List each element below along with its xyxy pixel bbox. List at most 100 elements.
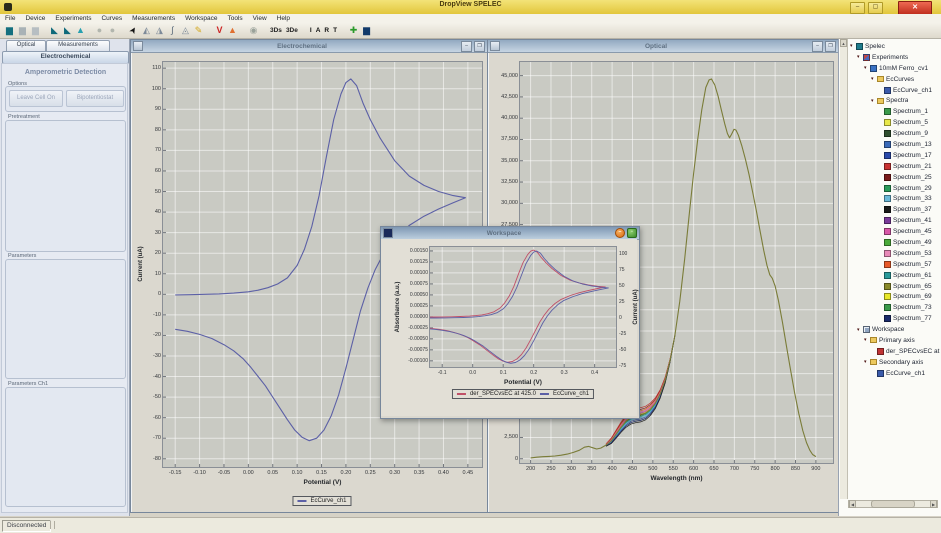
view-3ds-button[interactable]: 3Ds <box>268 24 284 37</box>
tree-item-spectra[interactable]: ▾Spectra <box>848 95 940 106</box>
menu-experiments[interactable]: Experiments <box>50 14 96 23</box>
square-icon <box>884 108 891 115</box>
experiment-tree-panel: ▲ ▾Spelec▾Experiments▾10mM Ferro_cv1▾EcC… <box>838 39 941 516</box>
save-experiment-icon[interactable]: ◣ <box>61 24 74 37</box>
scroll-right-icon[interactable]: ▶ <box>930 500 937 508</box>
leave-cell-on-button[interactable]: Leave Cell On <box>9 90 63 107</box>
window-close-icon[interactable]: ▫ <box>627 228 637 238</box>
text-button[interactable]: T <box>331 24 339 37</box>
tree-item-workspace[interactable]: ▾Workspace <box>848 324 940 335</box>
tree-item-spectrum-29[interactable]: Spectrum_29 <box>848 183 940 194</box>
window-icon[interactable] <box>383 228 393 238</box>
tree-item-spectrum-57[interactable]: Spectrum_57 <box>848 259 940 270</box>
tree-item-spelec[interactable]: ▾Spelec <box>848 41 940 52</box>
menu-view[interactable]: View <box>248 14 272 23</box>
window-maximize-icon[interactable]: ❐ <box>825 41 836 52</box>
tree-item-spectrum-53[interactable]: Spectrum_53 <box>848 248 940 259</box>
y-tick-label: 90 <box>135 106 161 112</box>
device-icon[interactable]: ▆ <box>16 24 29 37</box>
tree-item-spectrum-37[interactable]: Spectrum_37 <box>848 204 940 215</box>
window-icon[interactable] <box>490 41 500 51</box>
zoom-tool-icon[interactable]: ◭ <box>140 24 153 37</box>
pen-tool-icon[interactable]: ✎ <box>192 24 205 37</box>
ws-plot-area[interactable] <box>430 247 616 367</box>
add-workspace-icon[interactable]: ✚ <box>347 24 360 37</box>
tree-item-eccurves[interactable]: ▾EcCurves <box>848 74 940 85</box>
tree-item-spectrum-49[interactable]: Spectrum_49 <box>848 237 940 248</box>
menu-workspace[interactable]: Workspace <box>180 14 222 23</box>
tree-item-spectrum-17[interactable]: Spectrum_17 <box>848 150 940 161</box>
close-button[interactable]: ✕ <box>898 1 932 15</box>
tree-item-spectrum-33[interactable]: Spectrum_33 <box>848 193 940 204</box>
menu-device[interactable]: Device <box>20 14 50 23</box>
tree-item-spectrum-21[interactable]: Spectrum_21 <box>848 161 940 172</box>
computer-icon <box>856 43 863 50</box>
menu-tools[interactable]: Tools <box>222 14 247 23</box>
experiment-tree: ▾Spelec▾Experiments▾10mM Ferro_cv1▾EcCur… <box>848 41 940 496</box>
window-minimize-icon[interactable]: – <box>615 228 625 238</box>
view-3de-button[interactable]: 3De <box>284 24 300 37</box>
tree-item-spectrum-61[interactable]: Spectrum_61 <box>848 270 940 281</box>
menu-file[interactable]: File <box>0 14 20 23</box>
tree-item-spectrum-41[interactable]: Spectrum_41 <box>848 215 940 226</box>
auto-scale-button[interactable]: A <box>314 24 323 37</box>
area-tool-icon[interactable]: ▲ <box>226 24 239 37</box>
workspace-panel-icon[interactable]: ▆ <box>360 24 373 37</box>
window-icon[interactable] <box>133 41 143 51</box>
tree-item-spectrum-45[interactable]: Spectrum_45 <box>848 226 940 237</box>
tree-item-spectrum-13[interactable]: Spectrum_13 <box>848 139 940 150</box>
peaks-tool-icon[interactable]: V <box>213 24 226 37</box>
scroll-left-icon[interactable]: ◀ <box>849 500 856 508</box>
tree-item-label: Spectrum_77 <box>893 315 932 322</box>
tree-vertical-scrollbar[interactable]: ▲ <box>840 39 848 499</box>
bipotentiostat-button[interactable]: Bipotentiostat <box>66 90 124 107</box>
tree-item-der-specvsec-at-425-0[interactable]: der_SPECvsEC at 425.0 <box>848 346 940 357</box>
scroll-up-icon[interactable]: ▲ <box>840 39 847 47</box>
spelec-device-icon[interactable]: ▆ <box>3 24 16 37</box>
tree-item-primary-axis[interactable]: ▾Primary axis <box>848 335 940 346</box>
save-icon[interactable]: ▆ <box>29 24 42 37</box>
select-curve-tool-icon[interactable]: ◬ <box>179 24 192 37</box>
tree-item-10mm-ferro-cv1[interactable]: ▾10mM Ferro_cv1 <box>848 63 940 74</box>
app-title: DropView SPELEC <box>0 1 941 8</box>
x-tick-label: -0.1 <box>433 370 451 376</box>
menu-help[interactable]: Help <box>272 14 295 23</box>
tree-item-spectrum-65[interactable]: Spectrum_65 <box>848 281 940 292</box>
maximize-button[interactable]: ▢ <box>868 2 883 14</box>
minimize-button[interactable]: – <box>850 2 865 14</box>
window-minimize-icon[interactable]: – <box>812 41 823 52</box>
tree-item-label: Spectrum_45 <box>893 228 932 235</box>
scrollbar-thumb[interactable] <box>871 500 915 508</box>
run-measurement-icon[interactable]: ▲ <box>74 24 87 37</box>
menu-curves[interactable]: Curves <box>96 14 127 23</box>
open-experiment-icon[interactable]: ◣ <box>48 24 61 37</box>
tree-item-spectrum-25[interactable]: Spectrum_25 <box>848 172 940 183</box>
reset-button[interactable]: R <box>322 24 331 37</box>
tree-item-experiments[interactable]: ▾Experiments <box>848 52 940 63</box>
menu-measurements[interactable]: Measurements <box>127 14 180 23</box>
tree-item-spectrum-1[interactable]: Spectrum_1 <box>848 106 940 117</box>
tree-item-spectrum-9[interactable]: Spectrum_9 <box>848 128 940 139</box>
tree-item-spectrum-73[interactable]: Spectrum_73 <box>848 302 940 313</box>
window-minimize-icon[interactable]: – <box>461 41 472 52</box>
tree-item-spectrum-69[interactable]: Spectrum_69 <box>848 291 940 302</box>
stop-icon[interactable]: ● <box>106 24 119 37</box>
tree-item-label: Spectrum_61 <box>893 272 932 279</box>
y2-tick-label: -50 <box>619 347 639 353</box>
tree-item-spectrum-5[interactable]: Spectrum_5 <box>848 117 940 128</box>
window-maximize-icon[interactable]: ❐ <box>474 41 485 52</box>
record-icon[interactable]: ● <box>93 24 106 37</box>
target-tool-icon[interactable]: ◉ <box>247 24 260 37</box>
x-tick-label: 0.15 <box>313 470 331 476</box>
smooth-tool-icon[interactable]: ∫ <box>166 24 179 37</box>
axes-tool-icon[interactable]: ◮ <box>153 24 166 37</box>
tree-item-spectrum-77[interactable]: Spectrum_77 <box>848 313 940 324</box>
x-tick-label: 0.35 <box>410 470 428 476</box>
title-bar[interactable]: DropView SPELEC – ▢ ✕ <box>0 0 941 15</box>
workspace-icon <box>863 326 870 333</box>
x-tick-label: 0.05 <box>264 470 282 476</box>
tree-item-secondary-axis[interactable]: ▾Secondary axis <box>848 357 940 368</box>
tree-item-eccurve-ch1[interactable]: EcCurve_ch1 <box>848 85 940 96</box>
tree-horizontal-scrollbar[interactable]: ◀ ▶ <box>848 500 938 508</box>
tree-item-eccurve-ch1[interactable]: EcCurve_ch1 <box>848 368 940 379</box>
